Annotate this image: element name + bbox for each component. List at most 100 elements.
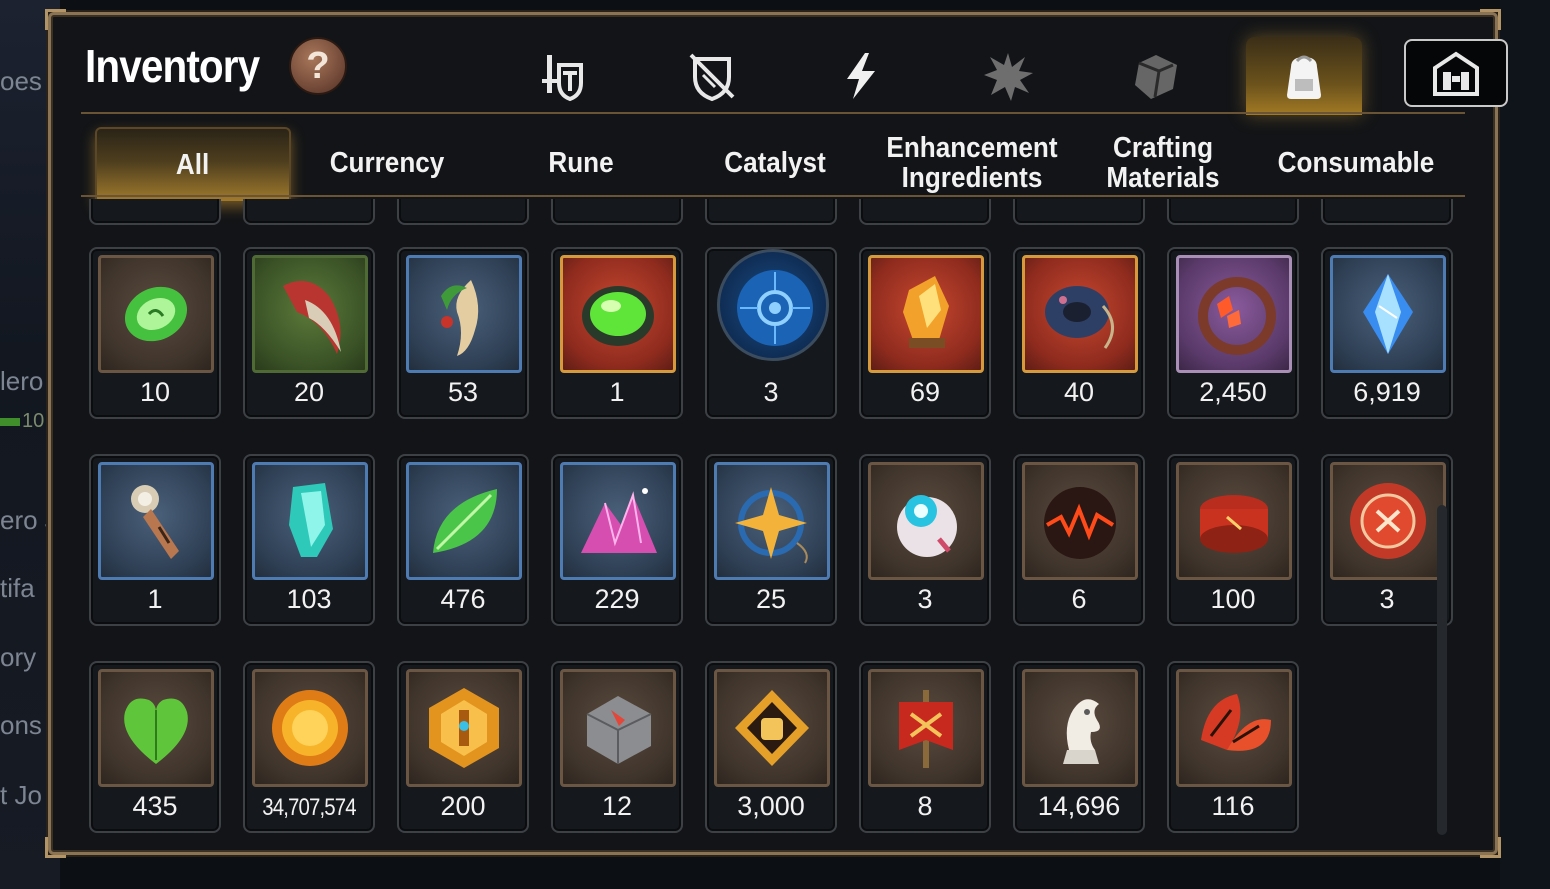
item-slot[interactable]: 69 — [859, 247, 991, 419]
tab-consumable[interactable]: Consumable — [1271, 127, 1442, 199]
background-text: t Jo — [0, 780, 42, 810]
item-slot[interactable]: 20 — [243, 247, 375, 419]
blue-ring-pendant-icon — [1045, 286, 1114, 349]
tab-equipment[interactable] — [506, 37, 622, 115]
item-slot[interactable]: 229 — [551, 454, 683, 626]
tab-currency[interactable]: Currency — [308, 127, 466, 199]
backpack-icon — [1287, 55, 1321, 99]
item-slot[interactable]: 6,919 — [1321, 247, 1453, 419]
item-frame — [868, 462, 984, 580]
item-slot[interactable]: 10 — [89, 247, 221, 419]
cyan-crystal-icon — [289, 483, 333, 557]
tab-label: Crafting Materials — [1106, 132, 1220, 194]
sword-shield-icon — [542, 55, 583, 102]
item-slot-partial[interactable] — [89, 199, 221, 225]
help-button[interactable]: ? — [289, 37, 347, 95]
frame-corner — [1480, 9, 1501, 30]
item-frame — [560, 669, 676, 787]
green-heart-icon — [124, 698, 188, 764]
tab-all[interactable]: All — [95, 127, 291, 201]
item-slot[interactable]: 116 — [1167, 661, 1299, 833]
item-slot[interactable]: 3 — [859, 454, 991, 626]
item-quantity: 2,450 — [1199, 377, 1267, 407]
item-slot-partial[interactable] — [1321, 199, 1453, 225]
tab-catalyst[interactable]: Catalyst — [696, 127, 854, 199]
item-frame — [1176, 462, 1292, 580]
item-slot[interactable]: 435 — [89, 661, 221, 833]
item-slot[interactable]: 103 — [243, 454, 375, 626]
item-quantity: 12 — [601, 791, 633, 821]
item-slot-partial[interactable] — [859, 199, 991, 225]
item-quantity: 8 — [917, 791, 933, 821]
item-slot-partial[interactable] — [551, 199, 683, 225]
item-slot[interactable]: 12 — [551, 661, 683, 833]
item-quantity: 25 — [755, 584, 787, 614]
item-slot[interactable]: 3,000 — [705, 661, 837, 833]
item-slot[interactable]: 1 — [89, 454, 221, 626]
item-slot-partial[interactable] — [1167, 199, 1299, 225]
item-frame — [252, 669, 368, 787]
castle-storage-icon — [1433, 51, 1479, 96]
item-quantity: 200 — [440, 791, 486, 821]
inventory-window: Inventory ? All Currency Rune Catalyst E… — [45, 9, 1508, 858]
item-quantity: 1 — [147, 584, 163, 614]
item-slot-partial[interactable] — [243, 199, 375, 225]
item-quantity: 3,000 — [737, 791, 805, 821]
tab-skill[interactable] — [802, 37, 918, 115]
item-frame — [868, 255, 984, 373]
red-leaf-icon — [1201, 694, 1271, 751]
item-frame — [868, 669, 984, 787]
item-frame — [1022, 669, 1138, 787]
item-frame — [406, 462, 522, 580]
item-slot[interactable]: 14,696 — [1013, 661, 1145, 833]
grid-scrollbar[interactable] — [1437, 505, 1447, 835]
tab-enhancement-ingredients[interactable]: Enhancement Ingredients — [886, 127, 1058, 199]
green-orb-icon — [582, 286, 654, 346]
amber-crystal-icon — [903, 276, 949, 348]
item-frame — [98, 669, 214, 787]
item-slot[interactable]: 476 — [397, 454, 529, 626]
item-slot[interactable]: 3 — [1321, 454, 1453, 626]
item-quantity: 435 — [132, 791, 178, 821]
item-slot[interactable]: 1 — [551, 247, 683, 419]
item-slot[interactable]: 53 — [397, 247, 529, 419]
item-frame — [714, 669, 830, 787]
item-slot[interactable]: 34,707,574 — [243, 661, 375, 833]
tab-bag[interactable] — [1246, 37, 1362, 115]
tab-crafting-materials[interactable]: Crafting Materials — [1089, 127, 1237, 199]
item-quantity: 3 — [763, 377, 779, 407]
tab-label: Enhancement Ingredients — [886, 132, 1058, 194]
item-slot[interactable]: 3 — [705, 247, 837, 419]
background-panel-right — [1500, 0, 1550, 889]
tab-artifact[interactable] — [950, 37, 1066, 115]
tab-material-box[interactable] — [1098, 37, 1214, 115]
item-slot[interactable]: 2,450 — [1167, 247, 1299, 419]
flower-ring-icon — [1198, 277, 1276, 355]
item-slot[interactable]: 6 — [1013, 454, 1145, 626]
tab-label: Catalyst — [724, 147, 826, 179]
background-text: lero — [0, 366, 44, 396]
item-slot[interactable]: 40 — [1013, 247, 1145, 419]
item-slot-partial[interactable] — [397, 199, 529, 225]
item-quantity: 116 — [1211, 791, 1255, 821]
item-frame — [1330, 462, 1446, 580]
green-leaf-icon — [433, 489, 497, 553]
item-slot[interactable]: 100 — [1167, 454, 1299, 626]
tab-locked-equipment[interactable] — [654, 37, 770, 115]
background-text: ons — [0, 710, 42, 740]
item-slot[interactable]: 200 — [397, 661, 529, 833]
tab-storage[interactable] — [1404, 39, 1508, 107]
tab-label: Consumable — [1277, 147, 1435, 179]
blue-gem-icon — [1363, 274, 1413, 354]
background-text: ory — [0, 642, 37, 672]
red-orb-icon — [1044, 487, 1116, 559]
item-quantity: 476 — [440, 584, 486, 614]
item-slot[interactable]: 25 — [705, 454, 837, 626]
pink-crystal-pile-icon — [581, 488, 657, 553]
stone-compass-icon — [586, 696, 652, 764]
item-slot[interactable]: 8 — [859, 661, 991, 833]
item-slot-partial[interactable] — [1013, 199, 1145, 225]
item-slot-partial[interactable] — [705, 199, 837, 225]
item-quantity: 1 — [609, 377, 625, 407]
tab-rune[interactable]: Rune — [502, 127, 660, 199]
